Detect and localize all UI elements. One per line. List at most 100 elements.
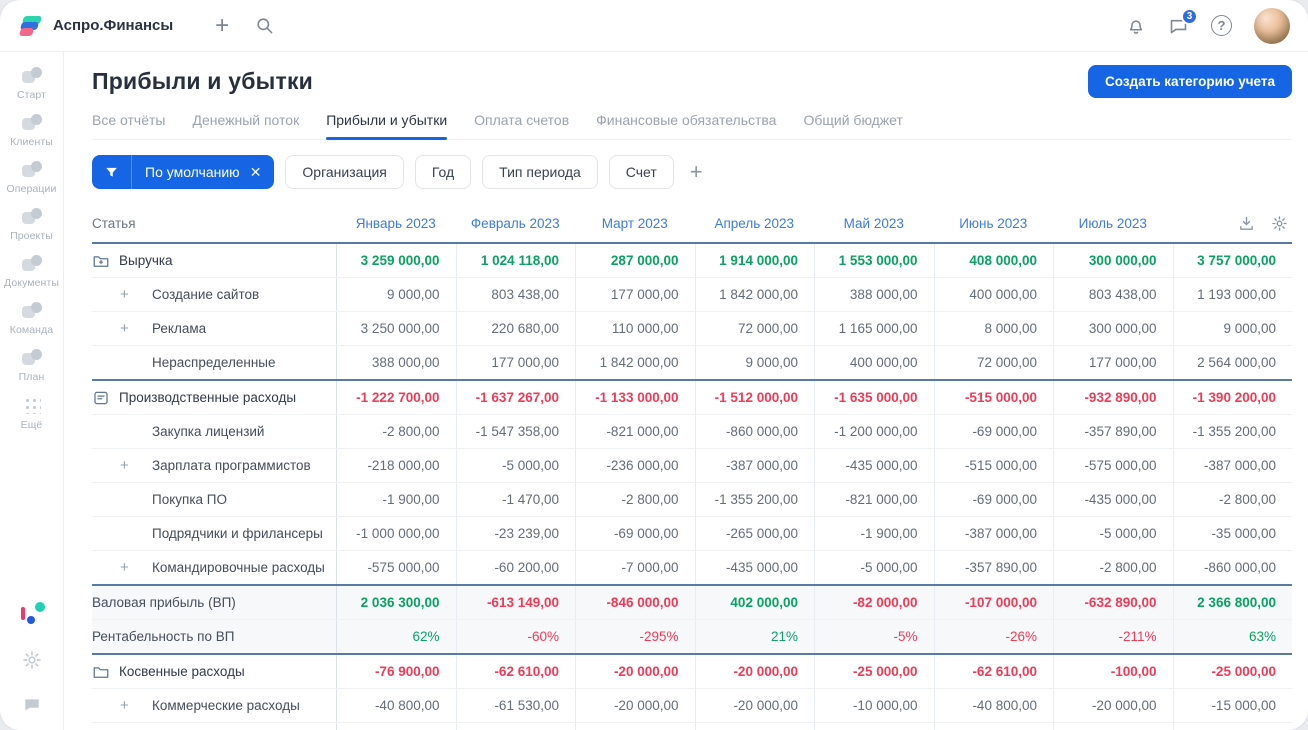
table-row[interactable]: Косвенные расходы -76 900,00 -62 610,00 -20… [92,653,1292,688]
value-cell: 177 000,00 [575,278,695,311]
sidebar-item-Ещё[interactable]: Ещё [4,395,59,431]
expand-plus-icon[interactable]: + [120,320,152,337]
sidebar: Старт Клиенты Операции Проекты Документы Кома… [0,52,64,730]
sidebar-item-Проекты[interactable]: Проекты [4,207,59,242]
help-icon[interactable]: ? [1211,15,1232,36]
settings-icon[interactable] [22,650,42,670]
value-cell: -61 530,00 [694,723,815,730]
product-logo-icon[interactable] [19,600,45,626]
tab-Оплата счетов[interactable]: Оплата счетов [474,107,569,139]
value-cell: 2 366 800,00 [1172,586,1293,619]
bell-icon[interactable] [1126,16,1146,36]
table-row[interactable]: Производственные расходы -1 222 700,00 -1 … [92,379,1292,414]
filter-chip-Счет[interactable]: Счет [608,155,674,189]
value-cell: -932 890,00 [1053,381,1173,414]
filter-chip-default[interactable]: По умолчанию ✕ [92,155,275,189]
sidebar-item-Операции[interactable]: Операции [4,160,59,195]
sidebar-item-План[interactable]: План [4,348,59,383]
value-cell: 1 842 000,00 [575,346,695,379]
add-filter-icon[interactable]: + [690,161,703,183]
column-header-Январь 2023[interactable]: Январь 2023 [336,204,456,242]
messages-icon[interactable]: 3 [1168,8,1198,36]
value-cell: -1 133 000,00 [575,381,695,414]
value-cell: -23 239,00 [455,517,576,550]
value-cell: 1 165 000,00 [814,312,934,345]
value-cell: -821 000,00 [575,415,695,448]
column-header-Апрель 2023[interactable]: Апрель 2023 [695,204,815,242]
value-cell: -25 000,00 [814,655,934,688]
sidebar-item-Команда[interactable]: Команда [4,301,59,336]
value-cell: 9 000,00 [336,278,456,311]
value-cell: 1 024 118,00 [455,244,576,277]
value-cell: -1 222 700,00 [336,381,456,414]
value-cell: -435 000,00 [694,551,815,584]
column-header-Февраль 2023[interactable]: Февраль 2023 [456,204,576,242]
search-icon[interactable] [255,16,274,35]
value-cell: 402 000,00 [694,586,815,619]
operations-icon [21,160,43,179]
value-cell: -575 000,00 [336,551,456,584]
tab-Все отчёты[interactable]: Все отчёты [92,107,165,139]
value-cell: -20 000,00 [575,689,695,722]
expand-plus-icon[interactable]: + [120,457,152,474]
value-cell: 72 000,00 [694,312,815,345]
value-cell: -5 000,00 [1053,517,1173,550]
value-cell: -69 000,00 [575,517,695,550]
expand-plus-icon[interactable]: + [120,286,152,303]
value-cell: 1 914 000,00 [694,244,815,277]
documents-icon [21,254,43,273]
tab-Прибыли и убытки[interactable]: Прибыли и убытки [326,107,447,140]
table-row[interactable]: Выручка 3 259 000,00 1 024 118,00 287 000,0… [92,242,1292,277]
plan-icon [21,348,43,367]
column-header-article: Статья [92,215,136,231]
value-cell: -1 080,00 [455,723,576,730]
add-icon[interactable]: + [215,12,229,40]
value-cell: -15 000,00 [814,723,934,730]
value-cell: -632 890,00 [1053,586,1173,619]
expand-plus-icon[interactable]: + [120,559,152,576]
tab-Финансовые обязательства[interactable]: Финансовые обязательства [596,107,776,139]
row-label: Выручка [119,253,173,268]
filter-chip-Тип периода[interactable]: Тип периода [482,155,598,189]
table-settings-gear-icon[interactable] [1271,215,1288,232]
value-cell: -100,00 [1053,723,1173,730]
value-cell: 803 438,00 [1053,278,1173,311]
column-header-Май 2023[interactable]: Май 2023 [814,204,934,242]
value-cell: -62 610,00 [455,655,576,688]
sidebar-item-label: Команда [9,324,54,336]
sidebar-item-label: Старт [16,89,47,101]
row-label-cell: Подрядчики и фрилансеры [92,517,336,550]
avatar[interactable] [1254,7,1290,44]
sidebar-item-Клиенты[interactable]: Клиенты [4,113,59,148]
chat-icon[interactable] [22,694,42,714]
row-label-cell: Выручка [92,244,336,277]
sidebar-item-Старт[interactable]: Старт [4,66,59,101]
filter-chip-Год[interactable]: Год [414,155,472,189]
sidebar-item-Документы[interactable]: Документы [4,254,59,289]
value-cell: -357 890,00 [933,551,1054,584]
row-label: Коммерческие расходы [152,698,300,713]
column-header-Июль 2023[interactable]: Июль 2023 [1053,204,1173,242]
tab-Денежный поток[interactable]: Денежный поток [192,107,299,139]
value-cell: -69 000,00 [933,415,1054,448]
column-header-Июнь 2023[interactable]: Июнь 2023 [934,204,1054,242]
create-category-button[interactable]: Создать категорию учета [1088,65,1292,98]
brand[interactable]: Аспро.Финансы [19,14,173,38]
download-icon[interactable] [1238,215,1255,232]
table-row: Закупка лицензий -2 800,00 -1 547 358,00 -8… [92,414,1292,448]
value-cell: 3 757 000,00 [1172,244,1293,277]
value-cell: -15 000,00 [1172,689,1293,722]
value-cell: -515 000,00 [933,449,1054,482]
sidebar-item-label: Операции [6,183,57,195]
tab-Общий бюджет[interactable]: Общий бюджет [803,107,902,139]
value-cell: -515 000,00 [933,381,1054,414]
value-cell: -61 530,00 [1172,723,1293,730]
expand-plus-icon[interactable]: + [120,697,152,714]
column-header-Март 2023[interactable]: Март 2023 [575,204,695,242]
value-cell: 408 000,00 [933,244,1054,277]
remove-filter-icon[interactable]: ✕ [248,164,275,181]
filter-chip-Организация[interactable]: Организация [285,155,404,189]
value-cell: -35 000,00 [1172,517,1293,550]
row-label: Создание сайтов [152,287,260,302]
row-label-cell: + Коммерческие расходы [92,689,336,722]
